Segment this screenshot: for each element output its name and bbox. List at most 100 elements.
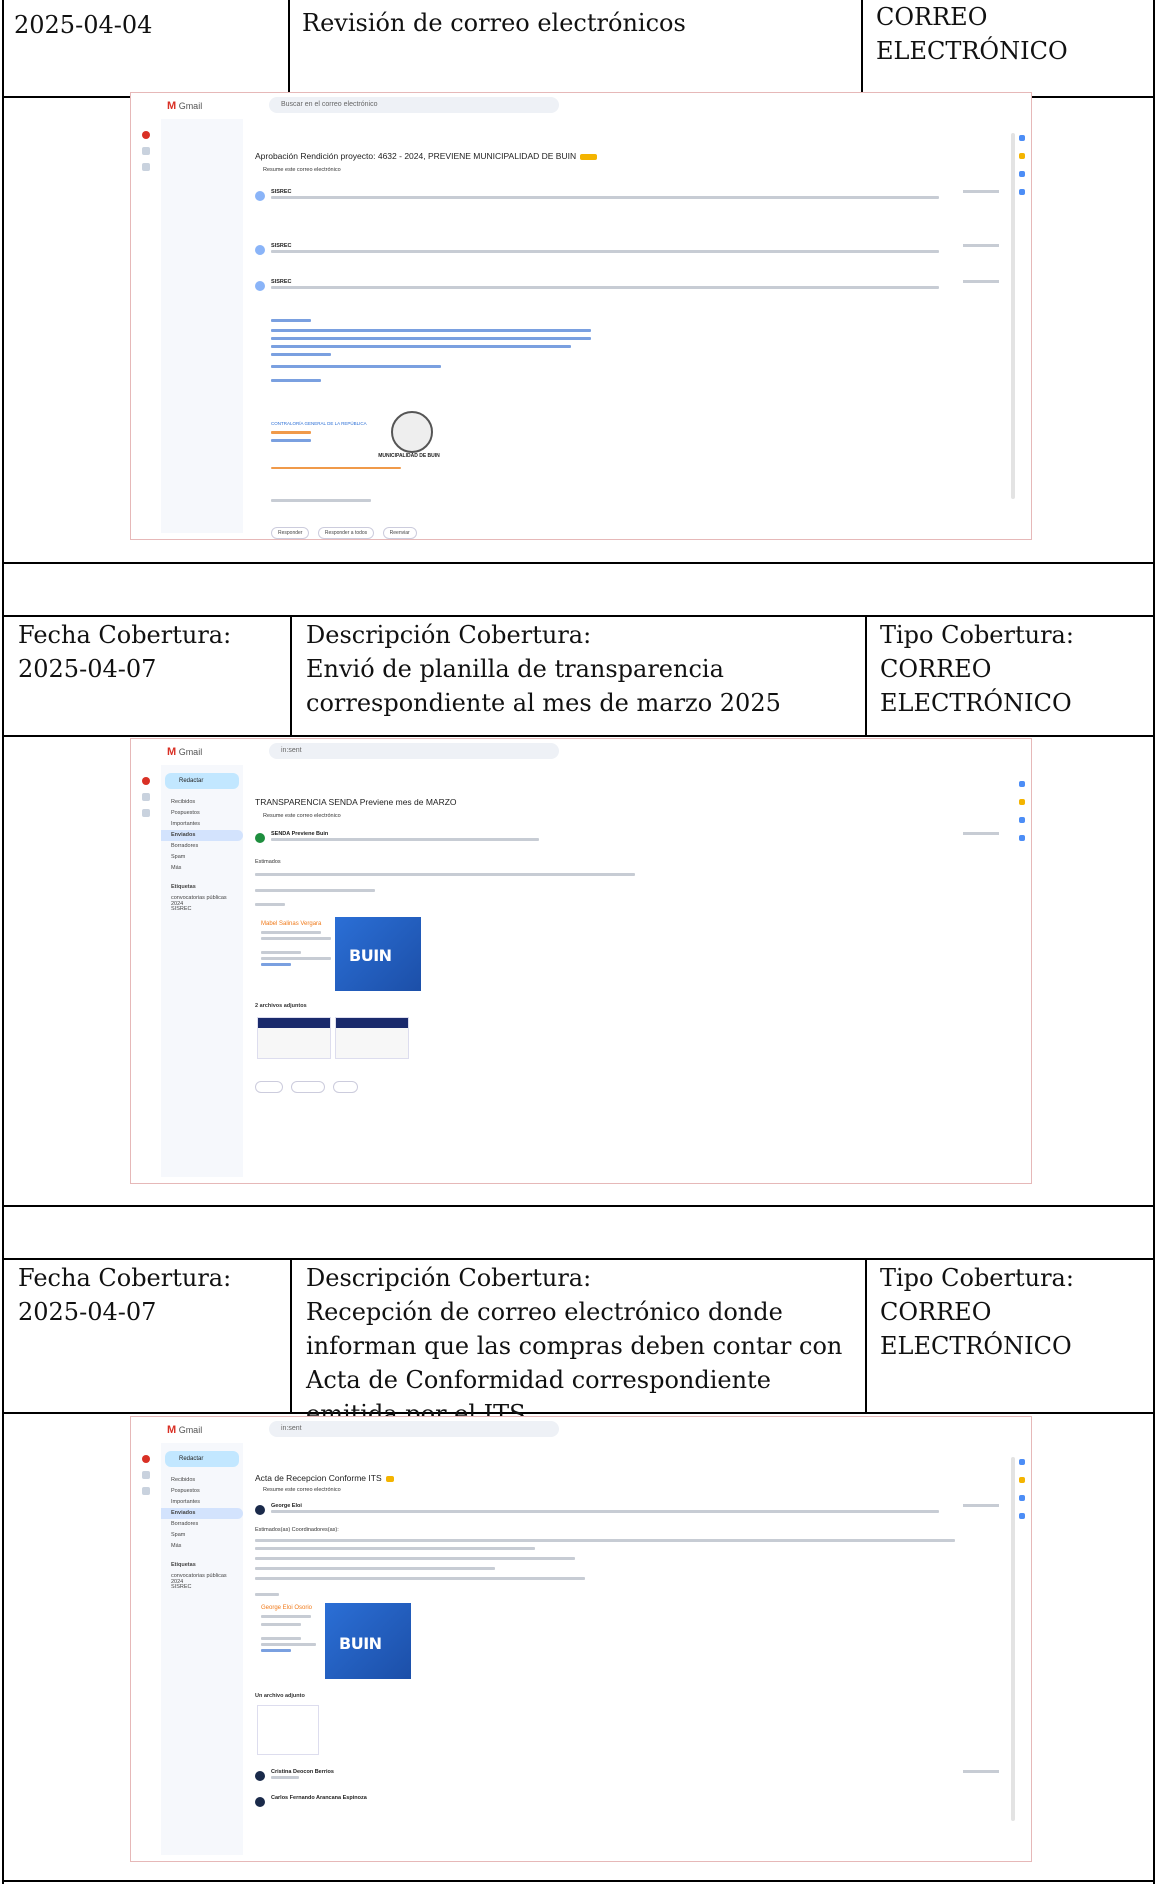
attachments-title: Un archivo adjunto xyxy=(255,1693,305,1699)
compose-button[interactable]: Redactar xyxy=(165,773,239,789)
reply-button[interactable]: Responder xyxy=(271,527,310,539)
body-line xyxy=(261,1643,316,1646)
nav-spam[interactable]: Spam xyxy=(161,852,243,863)
type-label: Tipo Cobertura: xyxy=(880,1264,1074,1292)
chat-icon[interactable] xyxy=(142,1471,150,1479)
email-view: Aprobación Rendición proyecto: 4632 - 20… xyxy=(249,119,1009,539)
hline-2 xyxy=(2,562,1155,564)
reply-all-button[interactable] xyxy=(291,1081,325,1093)
contacts-icon[interactable] xyxy=(1019,189,1025,195)
body-line xyxy=(261,963,291,966)
calendar-icon[interactable] xyxy=(1019,781,1025,787)
right-rail xyxy=(1015,769,1029,1173)
nav-snoozed[interactable]: Pospuestos xyxy=(161,1486,243,1497)
calendar-icon[interactable] xyxy=(1019,135,1025,141)
body-line xyxy=(255,1593,279,1596)
label-item[interactable]: SISREC xyxy=(161,1582,243,1593)
message-row[interactable]: SISREC xyxy=(255,189,999,213)
date-label: Fecha Cobertura: xyxy=(18,1264,232,1292)
message-row[interactable]: SISREC xyxy=(255,279,999,303)
calendar-icon[interactable] xyxy=(1019,1459,1025,1465)
nav-drafts[interactable]: Borradores xyxy=(161,841,243,852)
tasks-icon[interactable] xyxy=(1019,1495,1025,1501)
nav-inbox[interactable]: Recibidos xyxy=(161,1475,243,1486)
contacts-icon[interactable] xyxy=(1019,835,1025,841)
attachment-card[interactable] xyxy=(257,1705,319,1755)
forward-button[interactable] xyxy=(333,1081,359,1093)
date-cell-3: Fecha Cobertura: 2025-04-07 xyxy=(18,1261,278,1329)
tasks-icon[interactable] xyxy=(1019,171,1025,177)
border-right xyxy=(1153,0,1155,1884)
label-item[interactable]: convocatorias públicas 2024 xyxy=(161,893,243,907)
description-cell-3: Descripción Cobertura: Recepción de corr… xyxy=(306,1261,862,1431)
description-label: Descripción Cobertura: xyxy=(306,1264,592,1292)
type-cell-3: Tipo Cobertura: CORREO ELECTRÓNICO xyxy=(880,1261,1090,1363)
date xyxy=(963,1504,999,1507)
nav-sent[interactable]: Enviados xyxy=(161,830,243,841)
email-subject: Acta de Recepcion Conforme ITS xyxy=(255,1473,395,1483)
nav-spam[interactable]: Spam xyxy=(161,1530,243,1541)
body-line xyxy=(255,1547,535,1550)
right-rail xyxy=(1015,123,1029,529)
sidebar: Redactar Recibidos Pospuestos Importante… xyxy=(161,765,243,1177)
summary-link[interactable]: Resume este correo electrónico xyxy=(263,1487,341,1493)
message-row[interactable]: SENDA Previene Buin xyxy=(255,831,999,855)
body-line xyxy=(271,337,591,340)
mail-icon[interactable] xyxy=(142,1455,150,1463)
border-left xyxy=(2,0,4,1884)
message-row[interactable]: Cristina Deocon Berrios xyxy=(255,1769,999,1793)
message-row[interactable]: SISREC xyxy=(255,243,999,267)
search-input[interactable]: in:sent xyxy=(269,1421,559,1437)
email-subject: TRANSPARENCIA SENDA Previene mes de MARZ… xyxy=(255,797,457,807)
mail-icon[interactable] xyxy=(142,131,150,139)
chat-icon[interactable] xyxy=(142,793,150,801)
keep-icon[interactable] xyxy=(1019,1477,1025,1483)
search-input[interactable]: Buscar en el correo electrónico xyxy=(269,97,559,113)
keep-icon[interactable] xyxy=(1019,799,1025,805)
chat-icon[interactable] xyxy=(142,147,150,155)
meet-icon[interactable] xyxy=(142,163,150,171)
forward-button[interactable]: Reenviar xyxy=(382,527,417,539)
nav-drafts[interactable]: Borradores xyxy=(161,1519,243,1530)
email-view: Acta de Recepcion Conforme ITS Resume es… xyxy=(249,1443,1009,1855)
body-line xyxy=(255,1577,585,1580)
nav-important[interactable]: Importantes xyxy=(161,819,243,830)
attachments-title: 2 archivos adjuntos xyxy=(255,1003,307,1009)
nav-more[interactable]: Más xyxy=(161,863,243,874)
body-line xyxy=(261,951,301,954)
attachment-card[interactable] xyxy=(335,1017,409,1059)
hline-6 xyxy=(2,1258,1155,1260)
search-input[interactable]: in:sent xyxy=(269,743,559,759)
nav-snoozed[interactable]: Pospuestos xyxy=(161,808,243,819)
nav-sent[interactable]: Enviados xyxy=(161,1508,243,1519)
message-row[interactable]: Carlos Fernando Arancana Espinoza xyxy=(255,1795,999,1819)
sender: SENDA Previene Buin xyxy=(271,831,329,837)
sender: SISREC xyxy=(271,189,292,195)
summary-link[interactable]: Resume este correo electrónico xyxy=(263,813,341,819)
meet-icon[interactable] xyxy=(142,1487,150,1495)
compose-button[interactable]: Redactar xyxy=(165,1451,239,1467)
nav-important[interactable]: Importantes xyxy=(161,1497,243,1508)
body-line xyxy=(255,1567,495,1570)
nav-inbox[interactable]: Recibidos xyxy=(161,797,243,808)
meet-icon[interactable] xyxy=(142,809,150,817)
nav-more[interactable]: Más xyxy=(161,1541,243,1552)
label-item[interactable]: SISREC xyxy=(161,904,243,915)
attachment-card[interactable] xyxy=(257,1017,331,1059)
left-rail xyxy=(137,1447,155,1851)
message-row[interactable]: George Eloi xyxy=(255,1503,999,1527)
keep-icon[interactable] xyxy=(1019,153,1025,159)
reply-all-button[interactable]: Responder a todos xyxy=(317,527,375,539)
vline-2b xyxy=(865,615,867,735)
label-item[interactable]: convocatorias públicas 2024 xyxy=(161,1571,243,1585)
greeting: Estimados xyxy=(255,859,281,865)
tasks-icon[interactable] xyxy=(1019,817,1025,823)
snippet xyxy=(271,1776,299,1779)
summary-link[interactable]: Resume este correo electrónico xyxy=(263,167,341,173)
mail-icon[interactable] xyxy=(142,777,150,785)
body-line xyxy=(255,1557,575,1560)
reply-button[interactable] xyxy=(255,1081,283,1093)
vline-3b xyxy=(865,1258,867,1412)
buin-logo: BUIN xyxy=(335,917,421,991)
contacts-icon[interactable] xyxy=(1019,1513,1025,1519)
